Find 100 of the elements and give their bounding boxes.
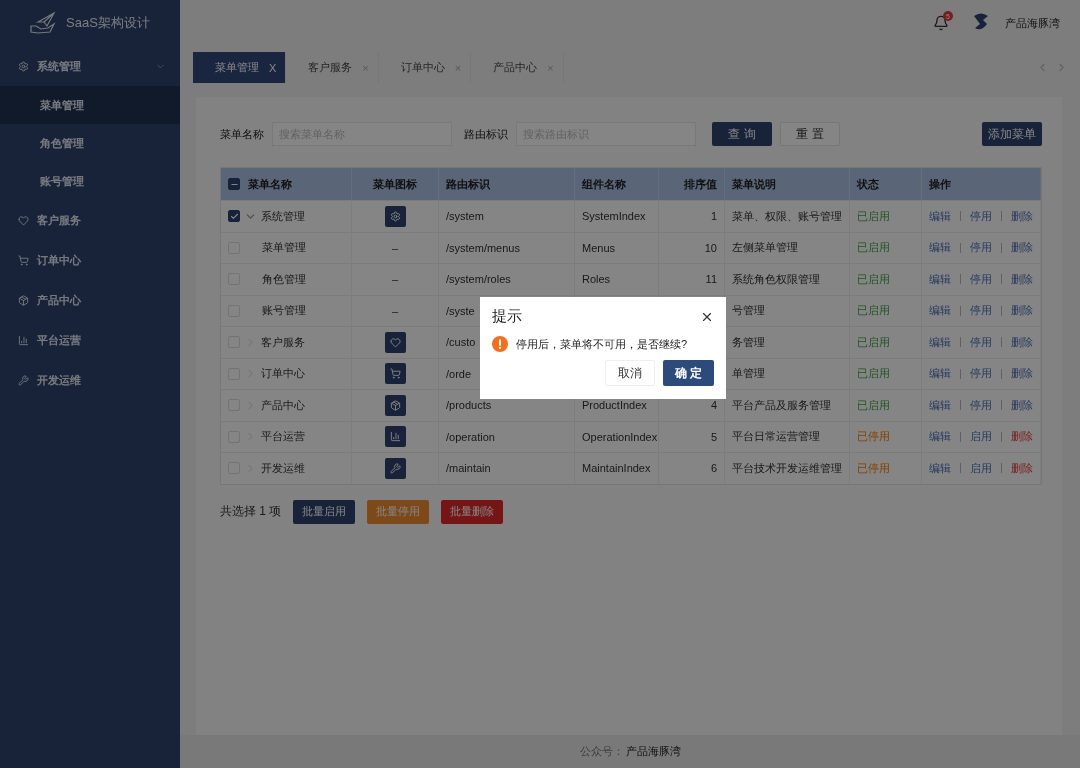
tab-close[interactable]: × <box>362 61 369 74</box>
route-path: /syste <box>446 304 475 317</box>
action-link[interactable]: 停用 <box>970 208 992 224</box>
component-name: OperationIndex <box>582 430 658 443</box>
tab-close[interactable]: X <box>269 61 277 74</box>
action-link[interactable]: 编辑 <box>929 334 951 350</box>
action-link[interactable]: 删除 <box>1011 271 1033 287</box>
action-link[interactable]: 停用 <box>970 334 992 350</box>
menu-description: 平台产品及服务管理 <box>732 397 831 413</box>
action-link[interactable]: 编辑 <box>929 366 951 382</box>
sidebar-item[interactable]: 产品中心 <box>0 280 180 320</box>
sidebar-item[interactable]: 账号管理 <box>0 162 180 200</box>
menu-name: 系统管理 <box>261 208 305 224</box>
action-link[interactable]: 编辑 <box>929 397 951 413</box>
tab-close[interactable]: × <box>547 61 554 74</box>
action-link[interactable]: 删除 <box>1011 429 1033 445</box>
action-link[interactable]: 停用 <box>970 303 992 319</box>
sidebar-item[interactable]: 订单中心 <box>0 240 180 280</box>
action-link[interactable]: 删除 <box>1011 208 1033 224</box>
sort-value: 11 <box>705 273 717 286</box>
checkbox[interactable] <box>228 210 240 223</box>
check-icon <box>229 211 239 221</box>
gear-icon <box>18 60 29 72</box>
dialog-message: 停用后，菜单将不可用，是否继续? <box>516 336 688 352</box>
bell-icon[interactable] <box>933 15 949 31</box>
sidebar-item[interactable]: 平台运营 <box>0 320 180 360</box>
add-menu-button[interactable]: 添加菜单 <box>982 122 1042 146</box>
action-link[interactable]: 启用 <box>970 460 992 476</box>
action-link[interactable]: 删除 <box>1011 366 1033 382</box>
menu-name: 角色管理 <box>262 271 306 287</box>
status-text: 已启用 <box>857 208 890 224</box>
component-name: Roles <box>582 273 611 286</box>
column-header: 路由标识 <box>439 168 575 200</box>
action-link[interactable]: 编辑 <box>929 429 951 445</box>
wrench-icon <box>384 457 406 479</box>
route-path: /operation <box>446 430 495 443</box>
app-title: SaaS架构设计 <box>66 14 150 32</box>
checkbox[interactable] <box>228 178 240 190</box>
logo-icon <box>30 11 56 35</box>
action-link[interactable]: 删除 <box>1011 240 1033 256</box>
menu-name: 平台运营 <box>261 429 305 445</box>
dash: – <box>391 273 399 286</box>
batch-button[interactable]: 批量停用 <box>367 499 430 524</box>
batch-button[interactable]: 批量启用 <box>293 499 356 524</box>
menu-description: 平台技术开发运维管理 <box>732 460 842 476</box>
route-path: /custo <box>446 336 476 349</box>
action-link[interactable]: 编辑 <box>929 208 951 224</box>
action-link[interactable]: 停用 <box>970 271 992 287</box>
sort-value: 6 <box>710 462 717 475</box>
action-link[interactable]: 删除 <box>1011 334 1033 350</box>
wrench-icon <box>18 374 29 386</box>
route-path: /system <box>446 210 484 223</box>
action-link[interactable]: 删除 <box>1011 460 1033 476</box>
status-text: 已启用 <box>857 240 890 256</box>
action-link[interactable]: 删除 <box>1011 303 1033 319</box>
menu-name: 开发运维 <box>261 460 305 476</box>
action-link[interactable]: 编辑 <box>929 240 951 256</box>
menu-description: 菜单、权限、账号管理 <box>732 208 842 224</box>
status-text: 已启用 <box>857 334 890 350</box>
route-path: /system/roles <box>446 273 511 286</box>
status-text: 已启用 <box>857 397 890 413</box>
column-header: 操作 <box>922 168 1041 200</box>
query-button[interactable]: 查 询 <box>712 122 772 146</box>
tab-close[interactable]: × <box>454 61 462 74</box>
component-name: Menus <box>582 241 616 254</box>
action-link[interactable]: 删除 <box>1011 397 1033 413</box>
menu-description: 系统角色权限管理 <box>732 271 820 287</box>
selection-count: 共选择 1 项 <box>220 503 282 520</box>
action-link[interactable]: 启用 <box>970 429 992 445</box>
box-icon <box>384 394 406 416</box>
menu-name: 产品中心 <box>261 397 305 413</box>
sidebar-item[interactable]: 角色管理 <box>0 124 180 162</box>
reset-button[interactable]: 重 置 <box>780 122 840 146</box>
action-link[interactable]: 停用 <box>970 240 992 256</box>
sidebar-item[interactable]: 开发运维 <box>0 360 180 400</box>
action-link[interactable]: 编辑 <box>929 460 951 476</box>
sidebar-item[interactable]: 菜单管理 <box>0 86 180 124</box>
component-name: ProductIndex <box>582 399 647 412</box>
menu-description: 号管理 <box>732 303 765 319</box>
box-icon <box>18 294 29 306</box>
sidebar-item[interactable]: 客户服务 <box>0 200 180 240</box>
field-label: 菜单名称 <box>220 126 264 142</box>
column-header: 菜单说明 <box>725 168 850 200</box>
menu-name: 客户服务 <box>261 334 305 350</box>
action-link[interactable]: 停用 <box>970 366 992 382</box>
column-header: 排序值 <box>659 168 725 200</box>
sidebar-item[interactable]: 系统管理 <box>0 46 180 86</box>
column-header: 菜单名称 <box>248 176 292 192</box>
action-link[interactable]: 停用 <box>970 397 992 413</box>
status-text: 已启用 <box>857 366 890 382</box>
batch-button[interactable]: 批量删除 <box>441 499 504 524</box>
action-link[interactable]: 编辑 <box>929 303 951 319</box>
cart-icon <box>384 363 406 385</box>
dash: – <box>391 241 399 254</box>
tab[interactable]: 菜单管理 X <box>193 52 287 83</box>
cancel-button[interactable]: 取消 <box>604 360 655 386</box>
route-path: /maintain <box>446 462 491 475</box>
cart-icon <box>18 254 29 266</box>
confirm-button[interactable]: 确 定 <box>662 360 714 386</box>
action-link[interactable]: 编辑 <box>929 271 951 287</box>
